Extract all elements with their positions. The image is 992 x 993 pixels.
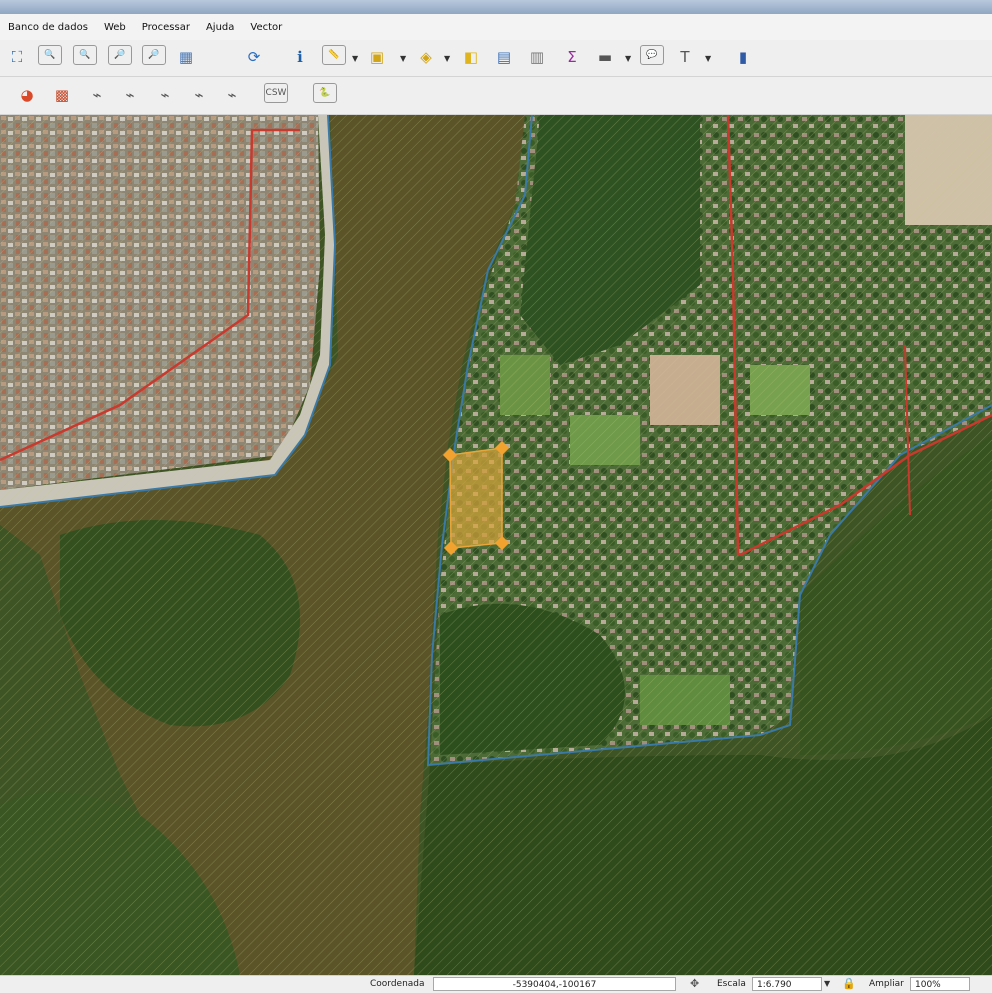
status-bar: Coordenada -5390404,-100167 ✥ Escala 1:6… bbox=[0, 975, 992, 993]
text-annotation-icon[interactable]: T bbox=[673, 45, 697, 69]
zoom-full-icon[interactable]: ⛶ bbox=[5, 45, 29, 69]
digitize-icon[interactable]: ⌁ bbox=[85, 83, 109, 107]
move-feature-icon[interactable]: ⌁ bbox=[153, 83, 177, 107]
zoom-selection-icon[interactable]: 🔍 bbox=[38, 45, 62, 65]
map-navigation-toolbar: ⛶ 🔍 🔍 🔎 🔎 ▦ ⟳ ℹ 📏 ▣ ◈ ◧ ▤ ▥ Σ ▬ 💬 T ▮ ▼ ▼ ▼ ▼ ▼ bbox=[0, 40, 992, 77]
scale-combobox[interactable]: 1:6.790 bbox=[752, 977, 822, 991]
field-calculator-icon[interactable]: ▥ bbox=[525, 45, 549, 69]
scale-label: Escala bbox=[717, 979, 746, 989]
lock-icon[interactable]: 🔒 bbox=[842, 977, 856, 990]
node-tool-icon[interactable]: ⌁ bbox=[187, 83, 211, 107]
coordinate-field[interactable]: -5390404,-100167 bbox=[433, 977, 676, 991]
select-features-icon[interactable]: ▣ bbox=[365, 45, 389, 69]
refresh-icon[interactable]: ⟳ bbox=[242, 45, 266, 69]
add-feature-icon[interactable]: ⌁ bbox=[118, 83, 142, 107]
menu-database[interactable]: Banco de dados bbox=[0, 22, 96, 33]
magnifier-label: Ampliar bbox=[869, 979, 904, 989]
deselect-icon[interactable]: ◧ bbox=[459, 45, 483, 69]
plugins-toolbar: ◕ ▩ ⌁ ⌁ ⌁ ⌁ ⌁ CSW 🐍 bbox=[0, 77, 992, 115]
extent-toggle-icon[interactable]: ✥ bbox=[690, 977, 699, 990]
delete-feature-icon[interactable]: ⌁ bbox=[220, 83, 244, 107]
attribute-table-icon[interactable]: ▤ bbox=[492, 45, 516, 69]
statistics-icon[interactable]: Σ bbox=[560, 45, 584, 69]
menu-processing[interactable]: Processar bbox=[134, 22, 198, 33]
chevron-down-icon[interactable]: ▼ bbox=[444, 54, 450, 63]
map-canvas[interactable] bbox=[0, 115, 992, 975]
magnifier-field[interactable]: 100% bbox=[910, 977, 970, 991]
pie-chart-icon[interactable]: ◕ bbox=[15, 83, 39, 107]
annotation-icon[interactable]: 💬 bbox=[640, 45, 664, 65]
chevron-down-icon[interactable]: ▼ bbox=[705, 54, 711, 63]
zoom-last-icon[interactable]: 🔎 bbox=[108, 45, 132, 65]
map-image bbox=[0, 115, 992, 975]
menu-bar: Banco de dados Web Processar Ajuda Vecto… bbox=[0, 14, 992, 40]
menu-web[interactable]: Web bbox=[96, 22, 134, 33]
select-value-icon[interactable]: ◈ bbox=[414, 45, 438, 69]
window-title-bar bbox=[0, 0, 992, 14]
chevron-down-icon[interactable]: ▼ bbox=[352, 54, 358, 63]
menu-help[interactable]: Ajuda bbox=[198, 22, 242, 33]
csw-icon[interactable]: CSW bbox=[264, 83, 288, 103]
measure-line-icon[interactable]: ▬ bbox=[593, 45, 617, 69]
new-bookmark-icon[interactable]: ▦ bbox=[174, 45, 198, 69]
zoom-next-icon[interactable]: 🔎 bbox=[142, 45, 166, 65]
coordinate-label: Coordenada bbox=[370, 979, 425, 989]
python-console-icon[interactable]: 🐍 bbox=[313, 83, 337, 103]
zoom-layer-icon[interactable]: 🔍 bbox=[73, 45, 97, 65]
menu-vector[interactable]: Vector bbox=[242, 22, 290, 33]
raster-calculator-icon[interactable]: ▩ bbox=[50, 83, 74, 107]
map-tips-icon[interactable]: ▮ bbox=[731, 45, 755, 69]
chevron-down-icon[interactable]: ▼ bbox=[400, 54, 406, 63]
chevron-down-icon[interactable]: ▼ bbox=[625, 54, 631, 63]
identify-icon[interactable]: ℹ bbox=[288, 45, 312, 69]
measure-icon[interactable]: 📏 bbox=[322, 45, 346, 65]
chevron-down-icon[interactable]: ▼ bbox=[824, 979, 830, 988]
